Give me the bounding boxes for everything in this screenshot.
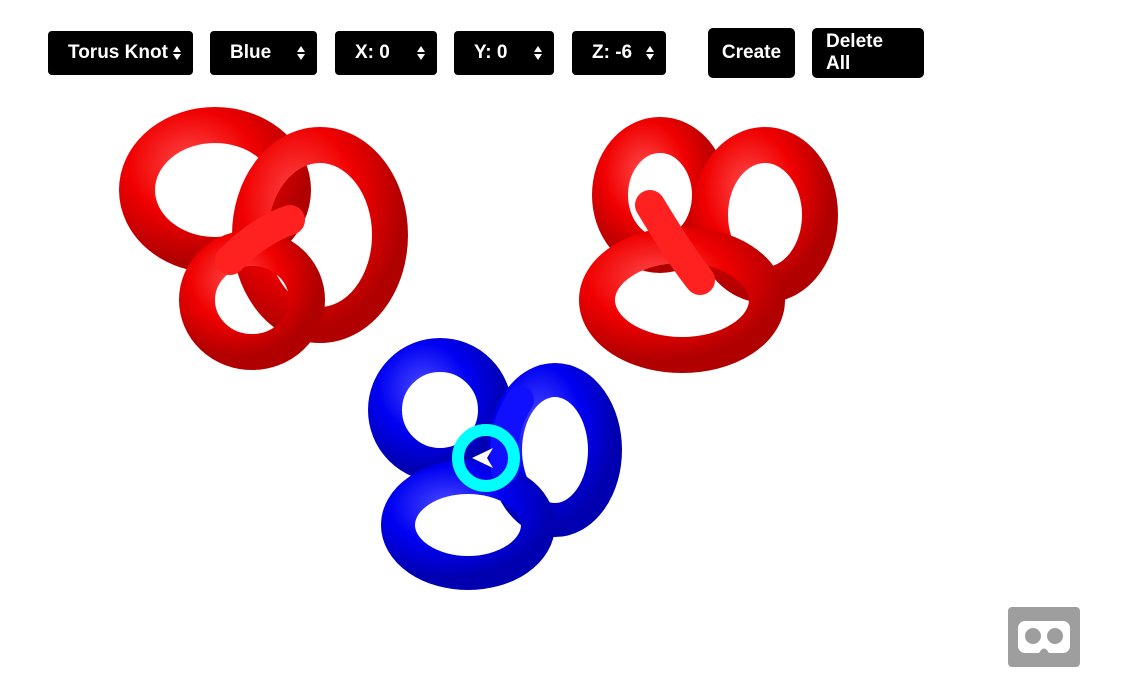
delete-all-button[interactable]: Delete All (812, 28, 924, 78)
y-position-select[interactable]: Y: 0 (454, 31, 554, 75)
y-select-value: Y: 0 (474, 42, 508, 63)
select-arrows-icon (173, 46, 181, 60)
select-arrows-icon (534, 46, 542, 60)
select-arrows-icon (417, 46, 425, 60)
shape-select[interactable]: Torus Knot (48, 31, 193, 75)
torus-knot-blue[interactable] (368, 338, 622, 590)
color-select-value: Blue (230, 42, 272, 63)
3d-scene-canvas[interactable] (0, 95, 1124, 615)
vr-headset-icon (1018, 621, 1070, 653)
select-arrows-icon (646, 46, 654, 60)
vr-mode-button[interactable] (1008, 607, 1080, 667)
z-select-value: Z: -6 (592, 42, 633, 63)
color-select[interactable]: Blue (210, 31, 317, 75)
select-arrows-icon (297, 46, 305, 60)
shape-select-value: Torus Knot (68, 42, 168, 63)
torus-knot-red-left[interactable] (119, 107, 408, 370)
torus-knot-red-right[interactable] (579, 117, 838, 373)
create-button[interactable]: Create (708, 28, 795, 78)
z-position-select[interactable]: Z: -6 (572, 31, 666, 75)
x-position-select[interactable]: X: 0 (335, 31, 437, 75)
x-select-value: X: 0 (355, 42, 390, 63)
